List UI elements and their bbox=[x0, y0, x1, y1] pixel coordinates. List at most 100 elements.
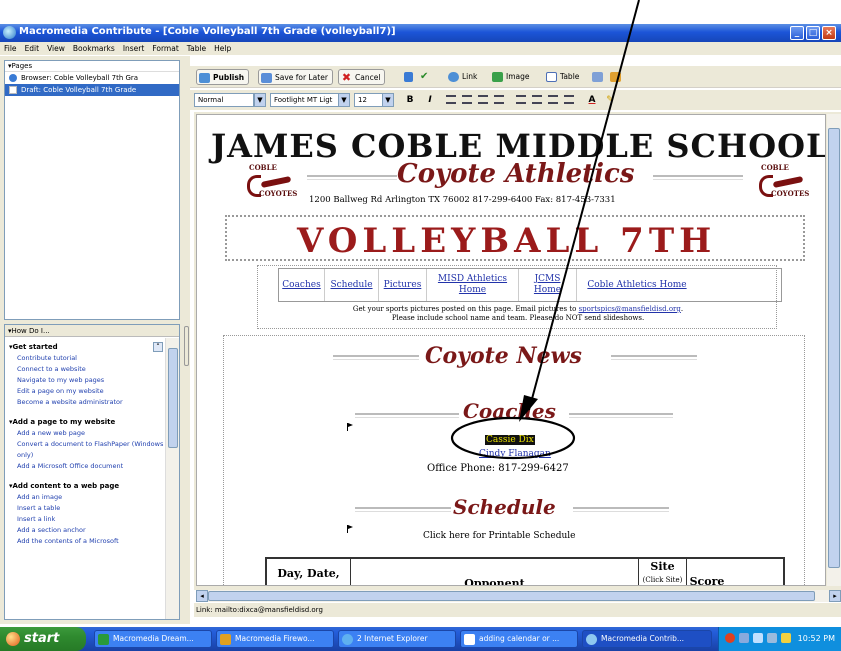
italic-button[interactable]: I bbox=[424, 94, 436, 106]
insert-document-button[interactable] bbox=[590, 69, 603, 85]
link-connect-website[interactable]: Connect to a website bbox=[5, 364, 165, 375]
scroll-right-arrow[interactable]: ▸ bbox=[829, 590, 841, 602]
scroll-thumb[interactable] bbox=[208, 591, 815, 601]
volleyball-banner: VOLLEYBALL 7TH bbox=[297, 221, 717, 261]
coach-link[interactable]: Cindy Flanagan bbox=[479, 449, 551, 459]
task-internet-explorer[interactable]: 2 Internet Explorer bbox=[338, 630, 456, 648]
menu-insert[interactable]: Insert bbox=[119, 42, 149, 55]
task-contribute[interactable]: Macromedia Contrib... bbox=[582, 630, 712, 648]
menu-format[interactable]: Format bbox=[148, 42, 182, 55]
link-add-anchor[interactable]: Add a section anchor bbox=[5, 525, 165, 536]
nav-link-pictures[interactable]: Pictures bbox=[379, 269, 427, 301]
style-select[interactable]: Normal bbox=[194, 93, 254, 107]
scroll-thumb[interactable] bbox=[828, 128, 840, 568]
close-button[interactable]: × bbox=[822, 26, 836, 40]
section-get-started[interactable]: ▾Get started ˄ bbox=[5, 341, 165, 353]
image-button[interactable]: Image bbox=[490, 69, 530, 85]
align-center-icon[interactable] bbox=[462, 95, 472, 104]
menu-edit[interactable]: Edit bbox=[21, 42, 44, 55]
justify-icon[interactable] bbox=[494, 95, 504, 104]
align-left-icon[interactable] bbox=[446, 95, 456, 104]
page-item-browser[interactable]: Browser: Coble Volleyball 7th Gra bbox=[5, 72, 179, 84]
bullet-list-icon[interactable] bbox=[532, 95, 542, 104]
network-icon[interactable] bbox=[739, 633, 749, 643]
coach-name-selected[interactable]: Cassie Dix bbox=[485, 435, 535, 445]
chevron-down-icon[interactable]: ▼ bbox=[338, 93, 350, 107]
link-add-new-page[interactable]: Add a new web page bbox=[5, 428, 165, 439]
email-link[interactable]: sportspics@mansfieldisd.org bbox=[579, 305, 681, 313]
menu-help[interactable]: Help bbox=[210, 42, 235, 55]
link-navigate-pages[interactable]: Navigate to my web pages bbox=[5, 375, 165, 386]
table-button[interactable]: Table bbox=[544, 69, 579, 85]
minimize-button[interactable]: _ bbox=[790, 26, 804, 40]
highlight-icon[interactable]: ✎ bbox=[604, 94, 616, 106]
document-canvas[interactable]: JAMES COBLE MIDDLE SCHOOL COBLE COYOTES C… bbox=[196, 114, 826, 586]
pages-header[interactable]: ▾Pages bbox=[5, 61, 179, 72]
link-insert-link[interactable]: Insert a link bbox=[5, 514, 165, 525]
task-dreamweaver[interactable]: Macromedia Dream... bbox=[94, 630, 212, 648]
indent-icon[interactable] bbox=[564, 95, 574, 104]
update-icon[interactable] bbox=[781, 633, 791, 643]
insert-flash-button[interactable] bbox=[608, 69, 621, 85]
nav-link-coaches[interactable]: Coaches bbox=[279, 269, 325, 301]
link-contribute-tutorial[interactable]: Contribute tutorial bbox=[5, 353, 165, 364]
anchor-flag-icon[interactable] bbox=[347, 423, 355, 431]
menu-table[interactable]: Table bbox=[183, 42, 210, 55]
section-add-content[interactable]: ▾Add content to a web page bbox=[5, 480, 165, 492]
task-word-doc[interactable]: adding calendar or ... bbox=[460, 630, 578, 648]
anchor-flag-icon[interactable] bbox=[347, 525, 355, 533]
bold-button[interactable]: B bbox=[404, 94, 416, 106]
pages-panel: ▾Pages Browser: Coble Volleyball 7th Gra… bbox=[4, 60, 180, 320]
fireworks-icon bbox=[220, 634, 231, 645]
nav-link-misd-home[interactable]: MISD Athletics Home bbox=[427, 269, 519, 301]
page-item-draft[interactable]: Draft: Coble Volleyball 7th Grade bbox=[5, 84, 179, 96]
divider bbox=[355, 413, 459, 418]
nav-link-jcms-home[interactable]: JCMS Home bbox=[519, 269, 577, 301]
link-add-office-contents[interactable]: Add the contents of a Microsoft bbox=[5, 536, 165, 547]
link-insert-table[interactable]: Insert a table bbox=[5, 503, 165, 514]
security-icon[interactable] bbox=[767, 633, 777, 643]
start-button[interactable]: start bbox=[0, 627, 86, 651]
link-button[interactable]: Link bbox=[446, 69, 477, 85]
outdent-icon[interactable] bbox=[548, 95, 558, 104]
monitor-icon[interactable] bbox=[753, 633, 763, 643]
cancel-button[interactable]: ✖ Cancel bbox=[338, 69, 386, 85]
text-color-button[interactable]: A bbox=[586, 94, 598, 106]
link-become-admin[interactable]: Become a website administrator bbox=[5, 397, 165, 408]
save-for-later-button[interactable]: Save for Later bbox=[258, 69, 333, 85]
task-fireworks[interactable]: Macromedia Firewo... bbox=[216, 630, 334, 648]
maximize-button[interactable]: □ bbox=[806, 26, 820, 40]
link-add-image[interactable]: Add an image bbox=[5, 492, 165, 503]
link-edit-page[interactable]: Edit a page on my website bbox=[5, 386, 165, 397]
how-do-i-panel: ▾How Do I... ▾Get started ˄ Contribute tu… bbox=[4, 324, 180, 620]
divider bbox=[307, 175, 397, 180]
menu-view[interactable]: View bbox=[43, 42, 69, 55]
collapse-icon[interactable]: ˄ bbox=[153, 342, 163, 352]
menu-bookmarks[interactable]: Bookmarks bbox=[69, 42, 119, 55]
nav-link-coble-athletics[interactable]: Coble Athletics Home bbox=[577, 269, 697, 301]
how-do-i-header[interactable]: ▾How Do I... bbox=[5, 325, 179, 337]
chevron-down-icon[interactable]: ▼ bbox=[382, 93, 394, 107]
undo-button[interactable] bbox=[402, 69, 414, 85]
how-do-i-scrollbar[interactable] bbox=[165, 338, 179, 619]
size-select[interactable]: 12 bbox=[354, 93, 384, 107]
link-add-office-doc[interactable]: Add a Microsoft Office document bbox=[5, 461, 165, 472]
alert-icon[interactable] bbox=[725, 633, 735, 643]
scroll-thumb[interactable] bbox=[168, 348, 178, 448]
printable-schedule-text[interactable]: Click here for Printable Schedule bbox=[423, 531, 575, 541]
chevron-down-icon[interactable]: ▼ bbox=[254, 93, 266, 107]
splitter-grip[interactable] bbox=[184, 326, 189, 366]
font-select[interactable]: Footlight MT Ligt bbox=[270, 93, 348, 107]
menu-file[interactable]: File bbox=[0, 42, 21, 55]
document-vertical-scrollbar[interactable] bbox=[827, 114, 841, 586]
numbered-list-icon[interactable] bbox=[516, 95, 526, 104]
panel-splitter[interactable] bbox=[183, 56, 190, 624]
spell-check-button[interactable]: ✔ bbox=[418, 69, 430, 85]
publish-button[interactable]: Publish bbox=[196, 69, 250, 85]
section-add-page[interactable]: ▾Add a page to my website bbox=[5, 416, 165, 428]
document-horizontal-scrollbar[interactable]: ◂ ▸ bbox=[196, 590, 841, 602]
link-convert-flashpaper[interactable]: Convert a document to FlashPaper (Window… bbox=[5, 439, 165, 461]
scroll-left-arrow[interactable]: ◂ bbox=[196, 590, 208, 602]
align-right-icon[interactable] bbox=[478, 95, 488, 104]
nav-link-schedule[interactable]: Schedule bbox=[325, 269, 379, 301]
